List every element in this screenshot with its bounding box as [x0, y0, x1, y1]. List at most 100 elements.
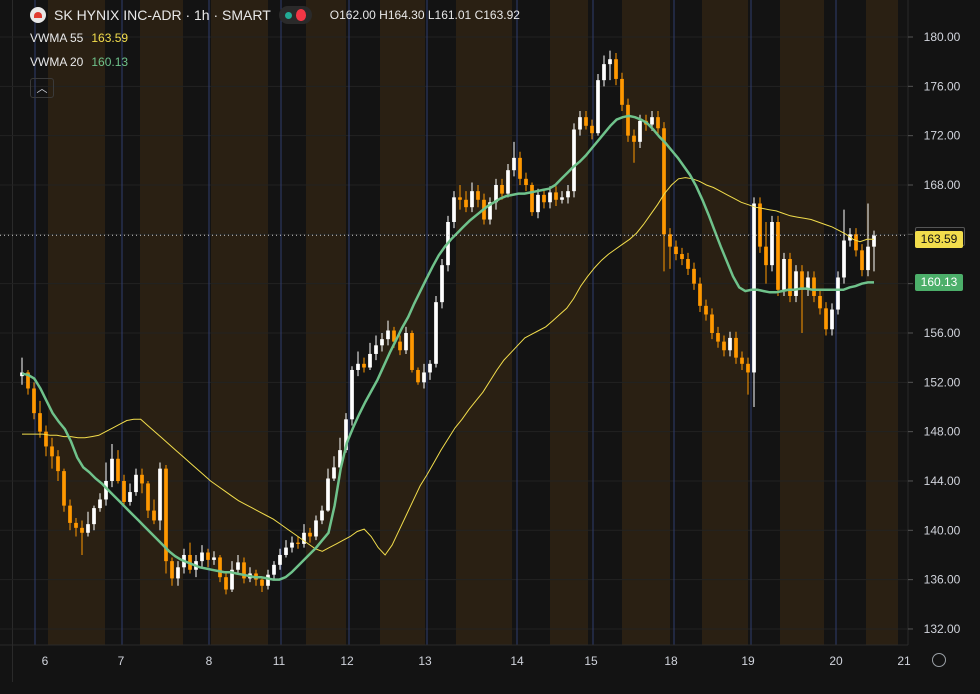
candle-body — [824, 308, 828, 330]
candle-body — [830, 309, 834, 330]
candle-body — [422, 372, 426, 383]
indicator-row-vwma20[interactable]: VWMA 20 160.13 — [30, 50, 520, 74]
candle-body — [728, 337, 732, 351]
candle-body — [92, 508, 96, 525]
candle-body — [842, 240, 846, 278]
indicator-value: 163.59 — [91, 31, 129, 45]
candle-body — [152, 510, 156, 521]
candle-body — [374, 345, 378, 354]
candlestick-chart[interactable]: 132.00 136.00 140.00 144.00 148.00 152.00 156.… — [0, 0, 980, 694]
price-tick-label: 148.00 — [924, 425, 961, 439]
candle-body — [566, 191, 570, 198]
market-status-pill[interactable] — [278, 6, 312, 24]
time-tick-label: 20 — [829, 654, 843, 668]
candle-body — [266, 574, 270, 586]
candle-body — [128, 492, 132, 502]
candle-body — [218, 557, 222, 578]
candle-body — [122, 480, 126, 502]
candle-body — [620, 78, 624, 105]
candle-body — [320, 510, 324, 521]
candle-body — [740, 357, 744, 364]
price-tick-label: 140.00 — [924, 523, 961, 537]
symbol-row: SK HYNIX INC-ADR · 1h · SMART O162.00 H1… — [30, 4, 520, 26]
bottom-toolbar — [0, 682, 980, 694]
candle-body — [290, 542, 294, 548]
time-tick-label: 7 — [118, 654, 125, 668]
candle-body — [608, 59, 612, 65]
time-tick-label: 19 — [741, 654, 755, 668]
symbol-title[interactable]: SK HYNIX INC-ADR · 1h · SMART — [54, 7, 271, 23]
candle-body — [404, 332, 408, 351]
grid-lines — [0, 36, 908, 630]
session-band — [622, 0, 670, 645]
candle-body — [476, 191, 480, 200]
time-tick-label: 14 — [510, 654, 524, 668]
candle-body — [776, 221, 780, 290]
candle-body — [362, 363, 366, 368]
price-tick-label: 168.00 — [924, 178, 961, 192]
candle-body — [668, 234, 672, 247]
candle-body — [368, 353, 372, 368]
candle-body — [518, 157, 522, 179]
candle-body — [398, 341, 402, 351]
price-tick-label: 136.00 — [924, 573, 961, 587]
candle-body — [674, 246, 678, 255]
candle-body — [500, 184, 504, 194]
candle-body — [86, 524, 90, 533]
candle-body — [80, 527, 84, 533]
indicator-row-vwma55[interactable]: VWMA 55 163.59 — [30, 26, 520, 50]
candle-body — [560, 197, 564, 200]
candle-body — [44, 431, 48, 447]
candle-body — [470, 191, 474, 208]
time-tick-label: 12 — [340, 654, 354, 668]
candle-body — [134, 474, 138, 493]
candle-body — [554, 192, 558, 200]
candle-body — [170, 561, 174, 579]
session-band — [866, 0, 898, 645]
candle-body — [68, 505, 72, 523]
candle-body — [416, 369, 420, 383]
candle-body — [536, 194, 540, 213]
candle-body — [638, 120, 642, 142]
candle-body — [428, 363, 432, 373]
candle-body — [572, 129, 576, 192]
time-tick-label: 11 — [273, 654, 286, 668]
candle-body — [278, 554, 282, 565]
collapse-legend-button[interactable]: ︿ — [30, 78, 54, 98]
candle-body — [752, 203, 756, 373]
candle-body — [770, 221, 774, 266]
chart-legend: SK HYNIX INC-ADR · 1h · SMART O162.00 H1… — [30, 4, 520, 98]
candle-body — [734, 337, 738, 358]
candle-body — [548, 192, 552, 203]
candle-body — [584, 117, 588, 126]
candle-body — [350, 369, 354, 420]
candle-body — [284, 547, 288, 555]
price-tick-label: 172.00 — [924, 129, 961, 143]
candle-body — [224, 577, 228, 590]
candle-body — [62, 471, 66, 506]
time-tick-label: 15 — [584, 654, 598, 668]
symbol-logo-icon — [30, 7, 46, 23]
candle-body — [656, 117, 660, 129]
time-tick-label: 6 — [42, 654, 49, 668]
price-tick-label: 152.00 — [924, 375, 961, 389]
candle-body — [506, 170, 510, 194]
candle-body — [116, 458, 120, 481]
candle-body — [692, 268, 696, 284]
price-axis: 132.00 136.00 140.00 144.00 148.00 152.00 156.… — [908, 30, 961, 636]
candle-body — [272, 564, 276, 575]
candle-body — [722, 341, 726, 351]
candle-body — [632, 135, 636, 142]
candle-body — [800, 271, 804, 290]
candle-body — [50, 446, 54, 457]
candle-body — [650, 117, 654, 125]
candle-body — [458, 197, 462, 200]
candle-body — [578, 117, 582, 130]
candle-body — [680, 254, 684, 259]
candle-body — [542, 194, 546, 203]
settings-gear-icon[interactable] — [932, 653, 946, 667]
candle-body — [524, 178, 528, 185]
candle-body — [854, 234, 858, 251]
candle-body — [512, 157, 516, 171]
candle-body — [38, 413, 42, 432]
